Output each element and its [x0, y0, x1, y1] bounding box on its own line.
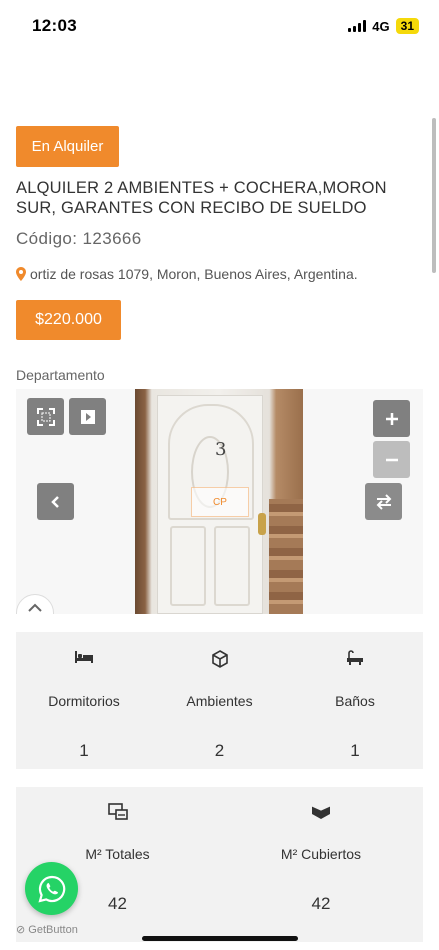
network-type: 4G	[372, 18, 390, 34]
listing-address: ortiz de rosas 1079, Moron, Buenos Aires…	[16, 266, 358, 282]
status-time: 12:03	[32, 16, 77, 35]
whatsapp-button[interactable]	[25, 862, 78, 915]
feature-covered-area: M² Cubiertos 42	[219, 803, 423, 914]
bathtub-icon	[347, 650, 363, 665]
feature-label: Baños	[335, 693, 375, 709]
feature-label: Ambientes	[186, 693, 253, 709]
prev-photo-button[interactable]	[37, 483, 74, 520]
location-pin-icon	[16, 267, 26, 281]
listing-code: Código: 123666	[16, 229, 142, 248]
status-bar: 12:03 4G 31	[0, 0, 439, 52]
cube-icon	[211, 650, 228, 668]
address-text: ortiz de rosas 1079, Moron, Buenos Aires…	[30, 266, 358, 282]
features-panel-rooms: Dormitorios 1 Ambientes 2 Baños 1	[16, 632, 423, 769]
home-indicator[interactable]	[142, 936, 298, 941]
covered-area-icon	[311, 805, 331, 819]
feature-label: Dormitorios	[48, 693, 120, 709]
feature-value: 1	[350, 741, 360, 760]
slideshow-button[interactable]	[69, 398, 106, 435]
fullscreen-icon	[36, 407, 55, 426]
signal-icon	[348, 20, 367, 32]
bed-icon	[75, 651, 93, 663]
feature-value: 42	[311, 894, 331, 913]
collapse-gallery-button[interactable]	[16, 594, 54, 614]
property-photo[interactable]: 3 CP	[135, 389, 303, 614]
feature-label: M² Cubiertos	[280, 846, 362, 862]
listing-title: ALQUILER 2 AMBIENTES + COCHERA,MORON SUR…	[16, 179, 387, 217]
fullscreen-button[interactable]	[27, 398, 64, 435]
scrollbar[interactable]	[432, 118, 436, 273]
play-icon	[80, 409, 95, 424]
feature-value: 1	[79, 741, 89, 760]
door-handle	[258, 513, 266, 535]
zoom-in-button[interactable]	[373, 400, 410, 437]
whatsapp-icon	[37, 875, 65, 903]
property-type: Departamento	[16, 367, 105, 383]
toggle-view-button[interactable]	[365, 483, 402, 520]
getbutton-label: GetButton	[28, 924, 78, 936]
price-button[interactable]: $220.000	[16, 300, 121, 340]
door-number: 3	[215, 439, 227, 460]
swap-icon	[376, 493, 391, 510]
getbutton-credit[interactable]: ⊘ GetButton	[16, 923, 78, 936]
photo-gallery[interactable]: 3 CP	[16, 389, 423, 614]
status-indicators: 4G 31	[348, 18, 419, 34]
rent-badge[interactable]: En Alquiler	[16, 126, 119, 167]
feature-bedrooms: Dormitorios 1	[16, 650, 152, 761]
zoom-out-icon	[385, 458, 398, 461]
battery-icon: 31	[395, 18, 419, 34]
feature-bathrooms: Baños 1	[287, 650, 423, 761]
feature-value: 2	[214, 741, 225, 760]
chevron-left-icon	[50, 495, 59, 508]
getbutton-icon: ⊘	[16, 924, 26, 936]
feature-rooms: Ambientes 2	[152, 650, 287, 761]
chevron-up-icon	[28, 603, 42, 612]
features-panel-area: M² Totales 42 M² Cubiertos 42	[16, 787, 423, 942]
zoom-out-button[interactable]	[373, 441, 410, 478]
wall-tiles	[269, 499, 303, 614]
watermark-logo: CP	[191, 487, 249, 517]
area-icon	[107, 803, 128, 820]
feature-label: M² Totales	[85, 846, 150, 862]
zoom-in-icon	[385, 412, 398, 425]
